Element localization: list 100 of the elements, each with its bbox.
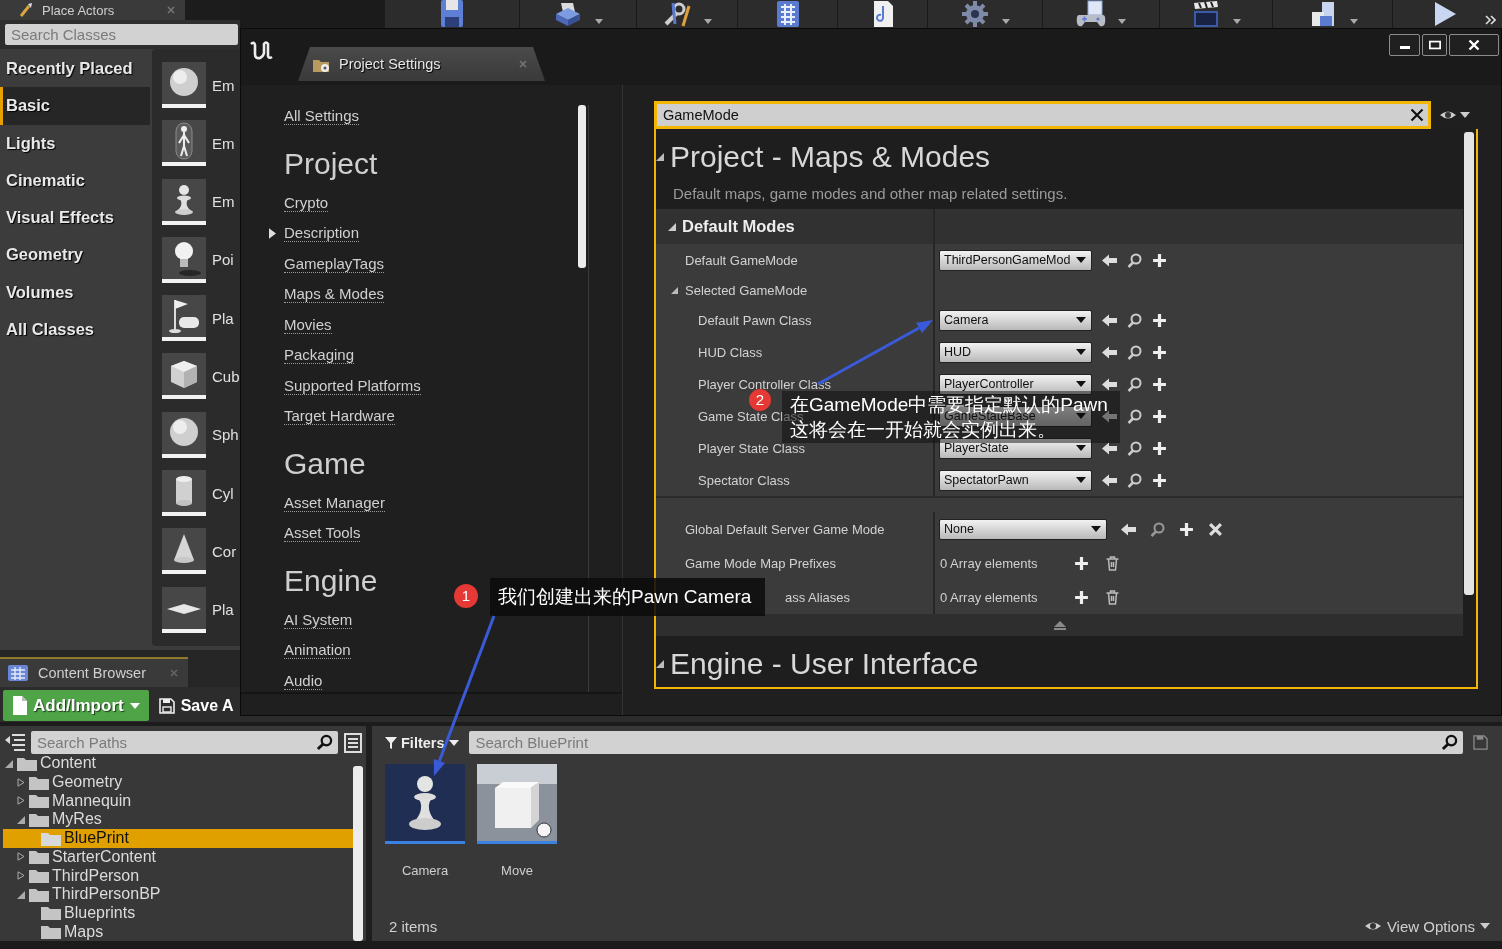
actor-item[interactable]: Cub xyxy=(162,353,240,400)
caret-icon[interactable] xyxy=(1002,19,1010,24)
left-arrow-icon[interactable] xyxy=(1102,376,1117,392)
scrollbar[interactable] xyxy=(1464,132,1474,595)
caret-icon[interactable] xyxy=(595,19,603,24)
settings-link[interactable]: Supported Platforms xyxy=(284,376,421,395)
view-options-button[interactable]: View Options xyxy=(1363,917,1490,935)
clapper-icon[interactable] xyxy=(1191,0,1221,28)
category-header[interactable]: Default Modes xyxy=(656,209,1463,244)
plus-icon[interactable] xyxy=(1152,472,1167,488)
search-icon[interactable] xyxy=(1127,252,1142,268)
search-icon[interactable] xyxy=(1127,376,1142,392)
plus-icon[interactable] xyxy=(1179,521,1194,537)
actor-item[interactable]: Pla xyxy=(162,586,234,633)
class-dropdown[interactable]: SpectatorPawn xyxy=(939,469,1092,491)
settings-link[interactable]: Asset Tools xyxy=(284,524,361,543)
category-item[interactable]: All Classes xyxy=(0,311,150,349)
project-settings-tab[interactable]: Project Settings xyxy=(298,47,545,81)
left-arrow-icon[interactable] xyxy=(1102,312,1117,328)
search-icon[interactable] xyxy=(316,734,333,751)
plus-icon[interactable] xyxy=(1074,555,1089,571)
search-icon[interactable] xyxy=(1127,440,1142,456)
folder-item[interactable]: Content xyxy=(5,754,97,773)
left-arrow-icon[interactable] xyxy=(1121,521,1136,537)
plus-icon[interactable] xyxy=(1152,440,1167,456)
minimize-button[interactable] xyxy=(1389,34,1420,56)
actor-item[interactable]: Pla xyxy=(162,295,234,342)
category-item[interactable]: Cinematic xyxy=(0,161,150,200)
search-field[interactable]: Search Paths xyxy=(31,731,338,754)
left-arrow-icon[interactable] xyxy=(1102,344,1117,360)
list-icon[interactable] xyxy=(344,732,362,753)
plus-icon[interactable] xyxy=(1152,344,1167,360)
collapse-arrow-icon[interactable] xyxy=(656,660,664,668)
content-browser-tab[interactable]: Content Browser xyxy=(0,657,188,687)
caret-icon[interactable] xyxy=(1349,19,1358,24)
caret-icon[interactable] xyxy=(1233,19,1241,24)
actor-item[interactable]: Cor xyxy=(162,528,237,575)
settings-link[interactable]: Audio xyxy=(284,671,323,690)
category-item[interactable]: Volumes xyxy=(0,273,150,312)
filters-button[interactable]: Filters xyxy=(385,731,459,754)
collapse-arrow-icon[interactable] xyxy=(17,814,25,824)
left-arrow-icon[interactable] xyxy=(1102,472,1117,488)
actor-item[interactable]: Cyl xyxy=(162,470,234,517)
category-item[interactable]: Lights xyxy=(0,124,150,162)
class-dropdown[interactable]: Camera xyxy=(939,309,1092,331)
settings-link[interactable]: Asset Manager xyxy=(284,493,385,512)
actor-item[interactable]: Em xyxy=(162,120,235,167)
plus-icon[interactable] xyxy=(1152,408,1167,424)
close-button[interactable] xyxy=(1449,34,1499,56)
trash-icon[interactable] xyxy=(1105,589,1120,605)
settings-link[interactable]: Target Hardware xyxy=(284,407,395,426)
caret-icon[interactable] xyxy=(1118,19,1126,24)
actor-item[interactable]: Sph xyxy=(162,411,239,458)
category-item[interactable]: Recently Placed xyxy=(0,50,150,88)
chevron-icon[interactable] xyxy=(1485,15,1496,25)
category-item[interactable]: Basic xyxy=(0,87,150,125)
folder-item[interactable]: StarterContent xyxy=(17,847,157,867)
collapse-arrow-icon[interactable] xyxy=(671,286,678,294)
caret-icon[interactable] xyxy=(704,19,712,24)
scrollbar[interactable] xyxy=(353,766,363,941)
collapse-arrow-icon[interactable] xyxy=(668,222,676,231)
class-dropdown[interactable]: ThirdPersonGameMod xyxy=(939,249,1092,271)
settings-link[interactable]: Crypto xyxy=(284,193,329,212)
search-field[interactable]: GameMode xyxy=(654,101,1431,129)
actor-item[interactable]: Em xyxy=(162,178,235,225)
plus-icon[interactable] xyxy=(1074,589,1089,605)
search-field[interactable]: Search BluePrint xyxy=(468,731,1463,754)
search-icon[interactable] xyxy=(1127,408,1142,424)
left-arrow-icon[interactable] xyxy=(1102,440,1117,456)
up-arrow-icon[interactable] xyxy=(1052,620,1067,630)
search-icon[interactable] xyxy=(1127,472,1142,488)
search-icon[interactable] xyxy=(1127,344,1142,360)
settings-link[interactable]: All Settings xyxy=(284,107,360,126)
plus-icon[interactable] xyxy=(1152,252,1167,268)
collapse-arrow-icon[interactable] xyxy=(17,889,25,899)
category-item[interactable]: Visual Effects xyxy=(0,199,150,237)
gamepad-icon[interactable] xyxy=(1076,0,1106,28)
settings-link[interactable]: Movies xyxy=(284,315,332,334)
folder-item[interactable]: Maps xyxy=(29,922,104,941)
clear-icon[interactable] xyxy=(1410,108,1424,122)
search-icon[interactable] xyxy=(1127,312,1142,328)
plus-icon[interactable] xyxy=(1152,312,1167,328)
settings-link[interactable]: Maps & Modes xyxy=(284,285,385,304)
collapse-arrow-icon[interactable] xyxy=(656,153,664,161)
folder-item[interactable]: ThirdPersonBP xyxy=(17,884,161,904)
actor-item[interactable]: Poi xyxy=(162,236,234,283)
tree-toggle-icon[interactable] xyxy=(5,733,25,752)
folder-item[interactable]: Mannequin xyxy=(17,791,132,811)
search-icon[interactable] xyxy=(1441,734,1458,751)
folder-item[interactable]: MyRes xyxy=(17,810,102,829)
tools-icon[interactable] xyxy=(662,0,692,28)
class-dropdown[interactable]: HUD xyxy=(939,341,1092,363)
settings-link[interactable]: Packaging xyxy=(284,346,355,365)
maximize-button[interactable] xyxy=(1422,34,1447,56)
search-field[interactable]: Search Classes xyxy=(5,24,238,45)
class-dropdown[interactable]: None xyxy=(939,518,1107,540)
expand-arrow-icon[interactable] xyxy=(269,227,276,239)
settings-link[interactable]: GameplayTags xyxy=(284,254,385,273)
close-icon[interactable] xyxy=(167,6,175,14)
cube-icon[interactable] xyxy=(477,764,557,844)
